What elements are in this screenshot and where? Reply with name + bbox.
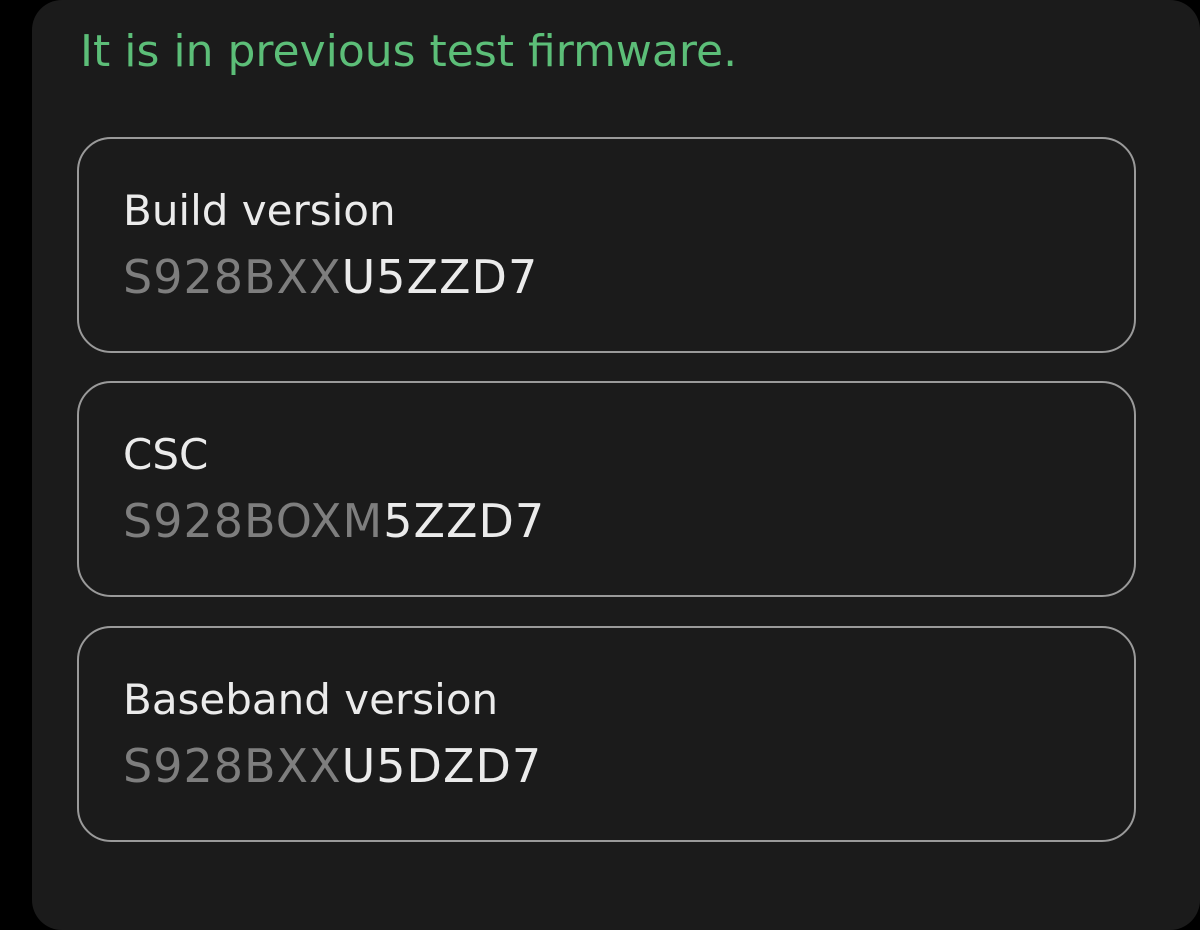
baseband-version-item[interactable]: Baseband version S928BXXU5DZD7 (77, 626, 1136, 842)
build-version-item[interactable]: Build version S928BXXU5ZZD7 (77, 137, 1136, 353)
build-version-label: Build version (123, 186, 396, 235)
build-version-value-prefix: S928BXX (123, 250, 342, 304)
baseband-version-value-prefix: S928BXX (123, 739, 342, 793)
csc-item[interactable]: CSC S928BOXM5ZZD7 (77, 381, 1136, 597)
csc-value-prefix: S928BOXM (123, 494, 384, 548)
baseband-version-label: Baseband version (123, 675, 499, 724)
csc-value-suffix: 5ZZD7 (383, 494, 546, 548)
baseband-version-value-suffix: U5DZD7 (341, 739, 543, 793)
build-version-value: S928BXXU5ZZD7 (123, 249, 538, 305)
csc-label: CSC (123, 430, 209, 479)
csc-value: S928BOXM5ZZD7 (123, 493, 545, 549)
build-version-value-suffix: U5ZZD7 (341, 250, 539, 304)
baseband-version-value: S928BXXU5DZD7 (123, 738, 542, 794)
info-panel: It is in previous test firmware. Build v… (32, 0, 1200, 930)
firmware-status-text: It is in previous test firmware. (80, 26, 738, 77)
